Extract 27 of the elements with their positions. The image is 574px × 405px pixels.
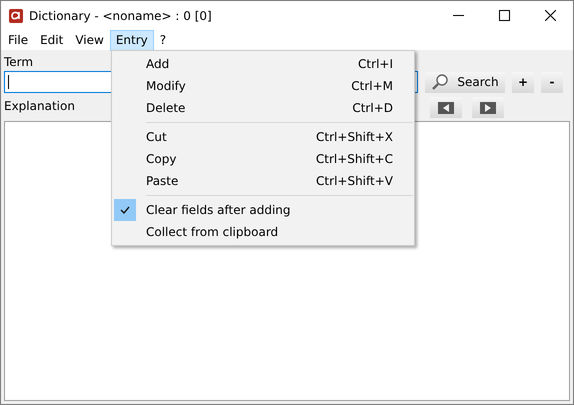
- menu-entry[interactable]: Clear fields after adding: [112, 199, 414, 221]
- menu-item[interactable]: File: [2, 30, 34, 50]
- window-title: Dictionary - <noname> : 0 [0]: [29, 8, 213, 22]
- app-icon: [9, 8, 23, 22]
- search-button[interactable]: Search: [425, 72, 505, 92]
- menu-item[interactable]: ?: [154, 30, 172, 50]
- remove-button[interactable]: -: [541, 72, 563, 92]
- menu-entry[interactable]: Collect from clipboard: [112, 221, 414, 243]
- add-button[interactable]: +: [512, 72, 534, 92]
- menu-entry[interactable]: Modify Ctrl+M: [112, 75, 414, 97]
- term-label: Term: [4, 54, 34, 71]
- search-icon: [431, 73, 450, 91]
- menu-entry[interactable]: Delete Ctrl+D: [112, 97, 414, 119]
- menu-item[interactable]: Entry: [110, 30, 154, 50]
- minimize-icon: [452, 15, 464, 16]
- menu-item[interactable]: Edit: [34, 30, 70, 50]
- close-icon: [544, 10, 556, 21]
- previous-button[interactable]: [430, 97, 462, 118]
- menu-item[interactable]: View: [69, 30, 110, 50]
- menu-entry[interactable]: Copy Ctrl+Shift+C: [112, 148, 414, 170]
- menu-entry[interactable]: Add Ctrl+I: [112, 53, 414, 75]
- menu-entry[interactable]: Cut Ctrl+Shift+X: [112, 126, 414, 148]
- explanation-label: Explanation: [4, 98, 75, 115]
- next-button[interactable]: [472, 97, 504, 118]
- menu-entry[interactable]: Paste Ctrl+Shift+V: [112, 170, 414, 192]
- maximize-icon: [498, 10, 510, 21]
- check-icon: [120, 206, 130, 214]
